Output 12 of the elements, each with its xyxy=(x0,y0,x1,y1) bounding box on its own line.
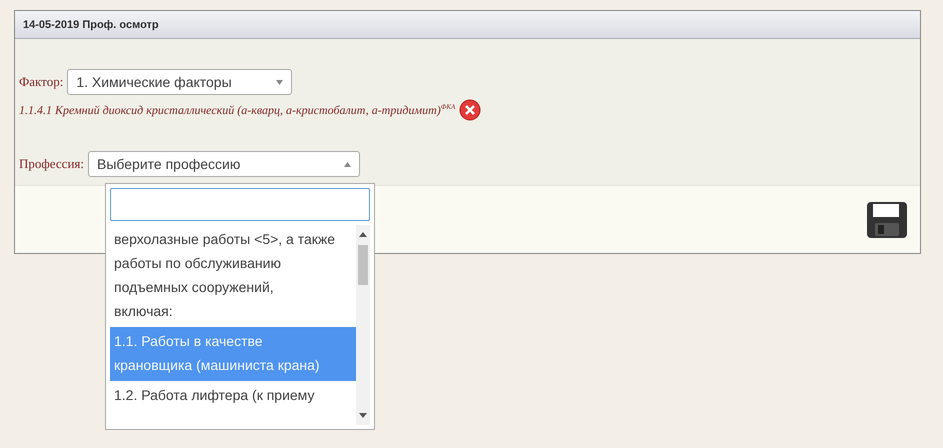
factor-label: Фактор: xyxy=(19,74,64,90)
save-icon[interactable] xyxy=(866,200,908,238)
selected-factor-text: 1.1.4.1 Кремний диоксид кристаллический (а-кварц, а-кристобалит, а-тридимит)$^{ФКА}$ xyxy=(19,102,456,118)
factor-select[interactable]: 1. Химические факторы xyxy=(67,69,292,95)
caret-icon xyxy=(276,80,284,84)
scrollbar[interactable] xyxy=(356,225,370,425)
panel-title: 14-05-2019 Проф. осмотр xyxy=(23,18,159,30)
profession-select[interactable]: Выберите профессию xyxy=(88,151,360,177)
profession-label: Профессия: xyxy=(19,156,84,172)
search-field[interactable] xyxy=(110,188,370,221)
caret-icon xyxy=(344,162,351,166)
remove-icon[interactable] xyxy=(459,99,482,121)
